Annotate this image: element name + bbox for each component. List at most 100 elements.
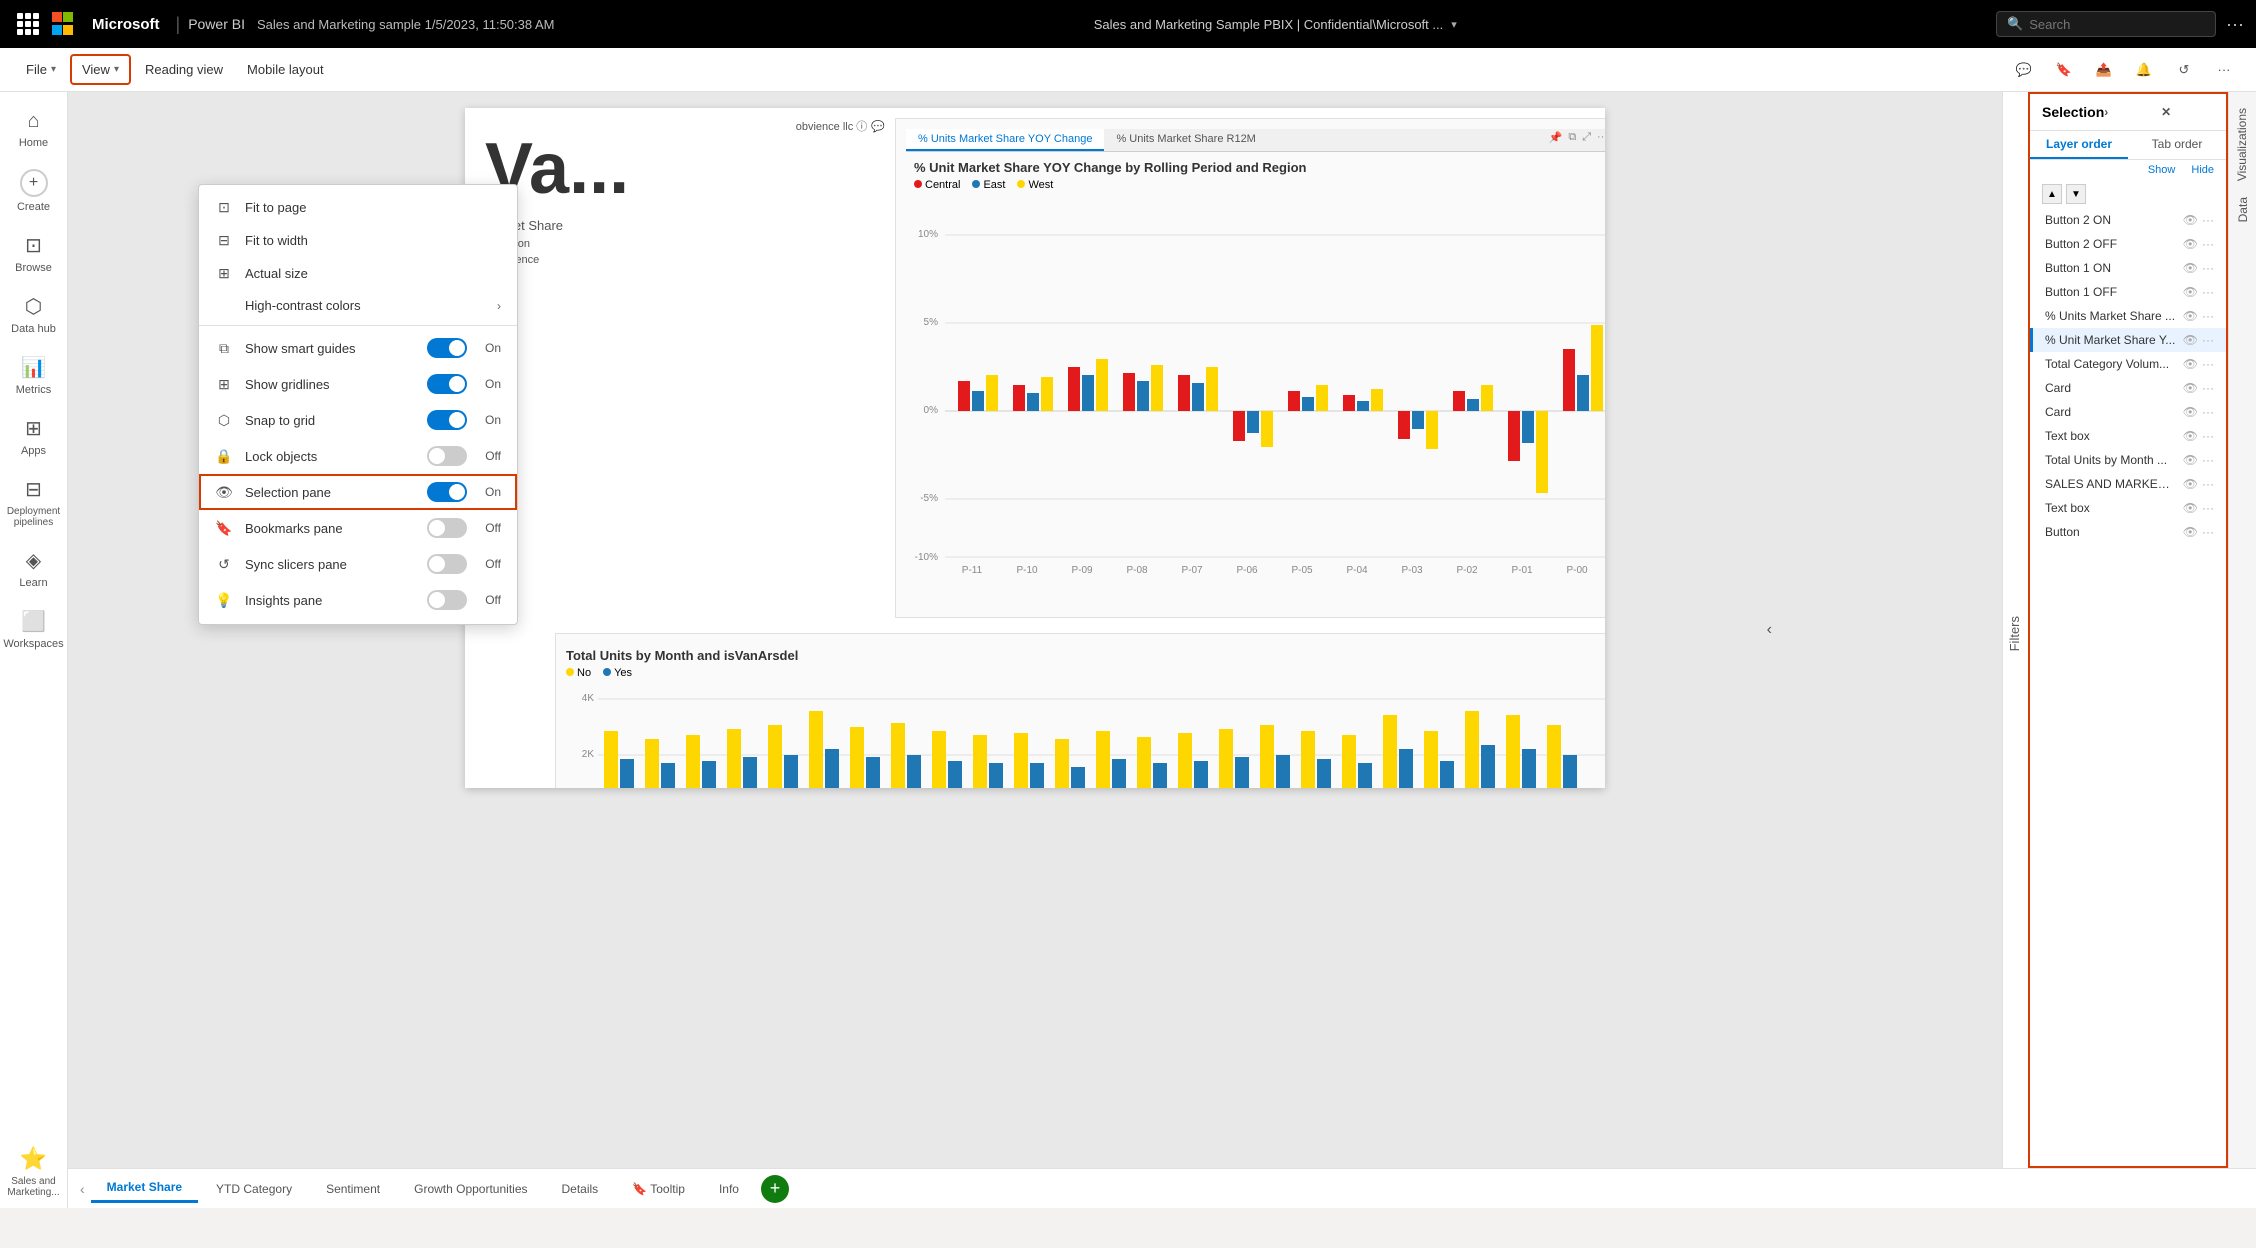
more-layer-icon[interactable]: ··· xyxy=(2202,501,2214,515)
chart-tab-r12m[interactable]: % Units Market Share R12M xyxy=(1104,129,1267,151)
visibility-icon[interactable]: 👁 xyxy=(2183,405,2198,419)
selection-expand-icon[interactable]: › xyxy=(2104,105,2157,119)
layer-item-total-units-month[interactable]: Total Units by Month ... 👁 ··· xyxy=(2030,448,2226,472)
snap-toggle[interactable] xyxy=(427,410,467,430)
gridlines-toggle[interactable] xyxy=(427,374,467,394)
more-options-icon[interactable]: ··· xyxy=(2226,14,2244,35)
layer-item-btn1on[interactable]: Button 1 ON 👁 ··· xyxy=(2030,256,2226,280)
sidebar-item-learn[interactable]: ◈ Learn xyxy=(2,538,66,599)
visibility-icon[interactable]: 👁 xyxy=(2183,213,2198,227)
pin-icon[interactable]: 📌 xyxy=(1549,131,1563,149)
more-layer-icon[interactable]: ··· xyxy=(2202,381,2214,395)
show-label[interactable]: Show xyxy=(2148,164,2176,176)
menu-item-selection-pane[interactable]: 👁 Selection pane On xyxy=(199,474,517,510)
comment-btn[interactable]: 💬 xyxy=(871,120,885,133)
tab-tooltip[interactable]: 🔖 Tooltip xyxy=(616,1176,701,1202)
visibility-icon[interactable]: 👁 xyxy=(2183,309,2198,323)
layer-item-units-market-share[interactable]: % Units Market Share ... 👁 ··· xyxy=(2030,304,2226,328)
expand-icon[interactable]: ⤢ xyxy=(1582,131,1591,149)
hide-label[interactable]: Hide xyxy=(2191,164,2214,176)
tab-growth-opportunities[interactable]: Growth Opportunities xyxy=(398,1176,543,1202)
sidebar-item-sales[interactable]: ⭐ Sales and Marketing... xyxy=(2,1136,66,1208)
sidebar-item-home[interactable]: ⌂ Home xyxy=(2,100,66,159)
layer-item-btn2off[interactable]: Button 2 OFF 👁 ··· xyxy=(2030,232,2226,256)
layer-item-text-box2[interactable]: Text box 👁 ··· xyxy=(2030,496,2226,520)
selection-pane-toggle[interactable] xyxy=(427,482,467,502)
more-layer-icon[interactable]: ··· xyxy=(2202,213,2214,227)
more-layer-icon[interactable]: ··· xyxy=(2202,405,2214,419)
layer-item-card1[interactable]: Card 👁 ··· xyxy=(2030,376,2226,400)
menu-item-smart-guides[interactable]: ⧉ Show smart guides On xyxy=(199,330,517,366)
more-layer-icon[interactable]: ··· xyxy=(2202,261,2214,275)
tab-ytd-category[interactable]: YTD Category xyxy=(200,1176,308,1202)
visibility-icon[interactable]: 👁 xyxy=(2183,525,2198,539)
selection-close-icon[interactable]: ✕ xyxy=(2161,105,2214,119)
menu-item-snap-to-grid[interactable]: ⬡ Snap to grid On xyxy=(199,402,517,438)
data-label[interactable]: Data xyxy=(2232,189,2254,230)
tab-tab-order[interactable]: Tab order xyxy=(2128,131,2226,159)
filter-icon[interactable]: ⧉ xyxy=(1568,131,1576,149)
more-layer-icon[interactable]: ··· xyxy=(2202,453,2214,467)
mobile-layout-button[interactable]: Mobile layout xyxy=(237,56,334,83)
visualizations-label[interactable]: Visualizations xyxy=(2231,100,2255,189)
layer-item-button[interactable]: Button 👁 ··· xyxy=(2030,520,2226,544)
layer-item-btn1off[interactable]: Button 1 OFF 👁 ··· xyxy=(2030,280,2226,304)
visibility-icon[interactable]: 👁 xyxy=(2183,333,2198,347)
more-layer-icon[interactable]: ··· xyxy=(2202,477,2214,491)
visibility-icon[interactable]: 👁 xyxy=(2183,261,2198,275)
layer-item-sales-marketing[interactable]: SALES AND MARKETI... 👁 ··· xyxy=(2030,472,2226,496)
visibility-icon[interactable]: 👁 xyxy=(2183,429,2198,443)
filters-label[interactable]: Filters xyxy=(2003,608,2026,659)
tab-nav-left[interactable]: ‹ xyxy=(76,1177,89,1201)
tab-layer-order[interactable]: Layer order xyxy=(2030,131,2128,159)
visibility-icon[interactable]: 👁 xyxy=(2183,477,2198,491)
chart-tab-yoy[interactable]: % Units Market Share YOY Change xyxy=(906,129,1104,151)
refresh-icon[interactable]: ↺ xyxy=(2168,54,2200,86)
sidebar-item-deployment[interactable]: ⊟ Deployment pipelines xyxy=(2,467,66,538)
menu-item-fit-to-width[interactable]: ⊟ Fit to width xyxy=(199,224,517,257)
bookmark-icon[interactable]: 🔖 xyxy=(2048,54,2080,86)
menu-item-fit-to-page[interactable]: ⊡ Fit to page xyxy=(199,191,517,224)
tab-market-share[interactable]: Market Share xyxy=(91,1174,198,1203)
filters-collapse[interactable]: ‹ xyxy=(1767,621,1772,639)
menu-item-high-contrast[interactable]: High-contrast colors › xyxy=(199,290,517,321)
sync-toggle[interactable] xyxy=(427,554,467,574)
visibility-icon[interactable]: 👁 xyxy=(2183,381,2198,395)
subscribe-icon[interactable]: 🔔 xyxy=(2128,54,2160,86)
layer-item-btn2on[interactable]: Button 2 ON 👁 ··· xyxy=(2030,208,2226,232)
smart-guides-toggle[interactable] xyxy=(427,338,467,358)
layer-item-card2[interactable]: Card 👁 ··· xyxy=(2030,400,2226,424)
sidebar-item-datahub[interactable]: ⬡ Data hub xyxy=(2,284,66,345)
sort-down-arrow[interactable]: ▼ xyxy=(2066,184,2086,204)
lock-toggle[interactable] xyxy=(427,446,467,466)
visibility-icon[interactable]: 👁 xyxy=(2183,501,2198,515)
layer-item-unit-market-share-y[interactable]: % Unit Market Share Y... 👁 ··· xyxy=(2030,328,2226,352)
search-input[interactable] xyxy=(2029,17,2205,32)
menu-item-gridlines[interactable]: ⊞ Show gridlines On xyxy=(199,366,517,402)
menu-item-lock-objects[interactable]: 🔒 Lock objects Off xyxy=(199,438,517,474)
view-menu-button[interactable]: View ▾ xyxy=(70,54,131,85)
more-layer-icon[interactable]: ··· xyxy=(2202,333,2214,347)
menu-item-insights-pane[interactable]: 💡 Insights pane Off xyxy=(199,582,517,618)
more-layer-icon[interactable]: ··· xyxy=(2202,357,2214,371)
more-layer-icon[interactable]: ··· xyxy=(2202,285,2214,299)
chevron-down-icon[interactable]: ▾ xyxy=(1451,18,1457,31)
visibility-icon[interactable]: 👁 xyxy=(2183,357,2198,371)
grid-menu-icon[interactable] xyxy=(12,8,44,40)
add-page-button[interactable]: + xyxy=(761,1175,789,1203)
more-layer-icon[interactable]: ··· xyxy=(2202,309,2214,323)
reading-view-button[interactable]: Reading view xyxy=(135,56,233,83)
tab-details[interactable]: Details xyxy=(546,1176,615,1202)
menu-item-actual-size[interactable]: ⊞ Actual size xyxy=(199,257,517,290)
visibility-icon[interactable]: 👁 xyxy=(2183,237,2198,251)
more-layer-icon[interactable]: ··· xyxy=(2202,525,2214,539)
sidebar-item-create[interactable]: + Create xyxy=(2,159,66,223)
tab-sentiment[interactable]: Sentiment xyxy=(310,1176,396,1202)
sidebar-item-browse[interactable]: ⊡ Browse xyxy=(2,223,66,284)
layer-item-text-box1[interactable]: Text box 👁 ··· xyxy=(2030,424,2226,448)
more-layer-icon[interactable]: ··· xyxy=(2202,237,2214,251)
layer-item-total-cat-vol[interactable]: Total Category Volum... 👁 ··· xyxy=(2030,352,2226,376)
file-menu-button[interactable]: File ▾ xyxy=(16,56,66,83)
visibility-icon[interactable]: 👁 xyxy=(2183,285,2198,299)
search-box[interactable]: 🔍 xyxy=(1996,11,2216,37)
